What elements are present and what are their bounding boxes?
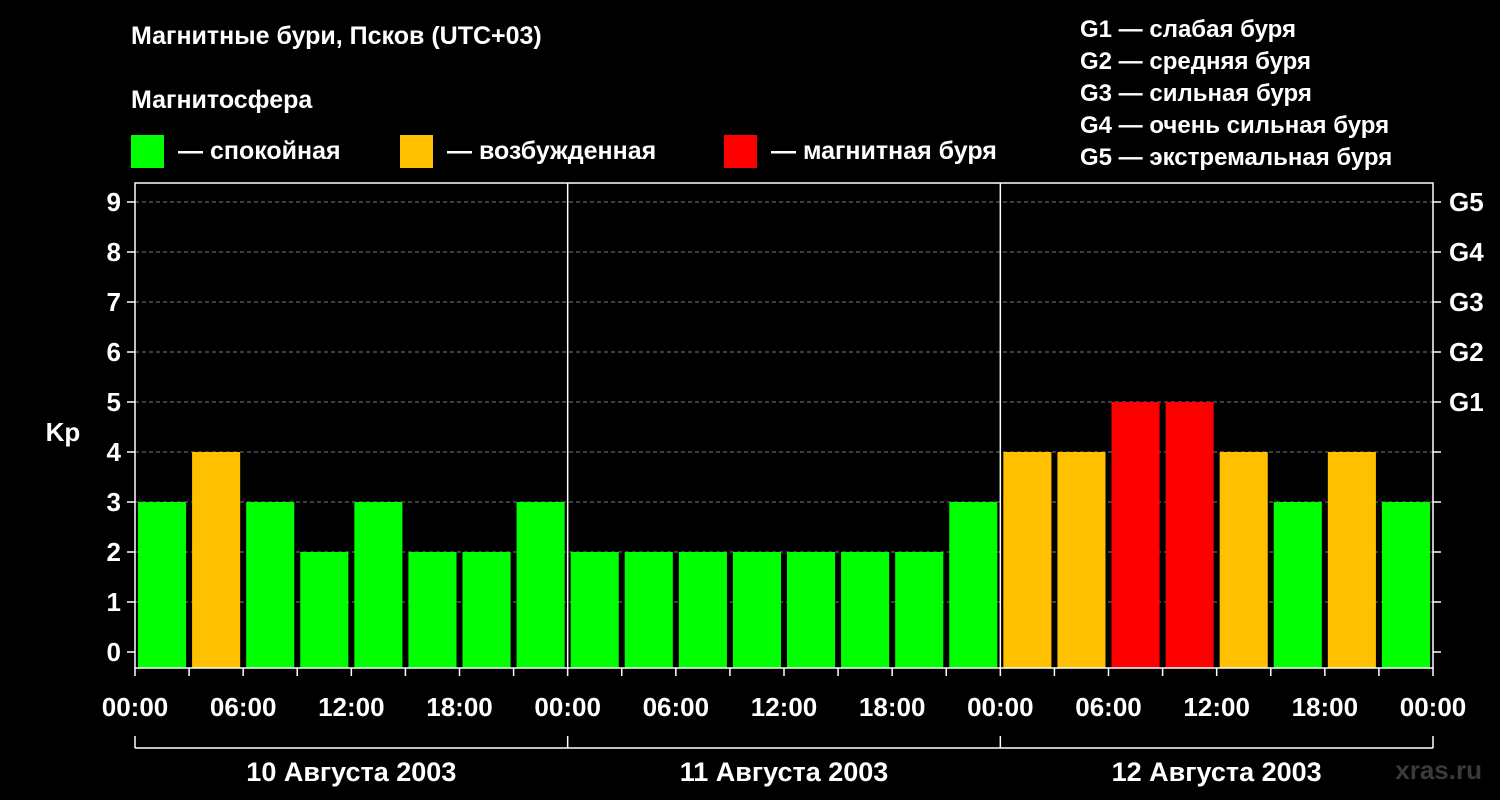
x-tick-label: 06:00 bbox=[1075, 692, 1142, 722]
x-tick-label: 18:00 bbox=[859, 692, 926, 722]
kp-bar bbox=[192, 452, 241, 668]
day-label: 11 Августа 2003 bbox=[680, 757, 889, 787]
y-tick-label: 0 bbox=[107, 637, 121, 667]
storm-level-tick-label: G5 bbox=[1449, 187, 1484, 217]
kp-bar bbox=[1003, 452, 1052, 668]
x-tick-label: 12:00 bbox=[1183, 692, 1250, 722]
x-tick-label: 00:00 bbox=[534, 692, 601, 722]
kp-bar bbox=[949, 502, 998, 668]
kp-bar bbox=[138, 502, 187, 668]
kp-bar bbox=[570, 552, 619, 668]
kp-bar bbox=[678, 552, 727, 668]
kp-bar bbox=[1273, 502, 1322, 668]
kp-bar bbox=[462, 552, 511, 668]
kp-bar bbox=[1165, 402, 1214, 668]
kp-bar bbox=[1327, 452, 1376, 668]
kp-bar bbox=[624, 552, 673, 668]
x-tick-label: 12:00 bbox=[751, 692, 818, 722]
kp-bar bbox=[246, 502, 295, 668]
kp-bar bbox=[895, 552, 944, 668]
kp-bar bbox=[1111, 402, 1160, 668]
y-tick-label: 2 bbox=[107, 537, 121, 567]
kp-bar bbox=[732, 552, 781, 668]
y-axis-label: Kp bbox=[46, 417, 81, 447]
kp-bar bbox=[516, 502, 565, 668]
y-tick-label: 3 bbox=[107, 487, 121, 517]
kp-bar bbox=[1219, 452, 1268, 668]
kp-bar bbox=[408, 552, 457, 668]
x-tick-label: 00:00 bbox=[1400, 692, 1467, 722]
x-tick-label: 06:00 bbox=[643, 692, 710, 722]
day-label: 10 Августа 2003 bbox=[246, 757, 456, 787]
storm-level-tick-label: G4 bbox=[1449, 237, 1484, 267]
y-tick-label: 7 bbox=[107, 287, 121, 317]
y-tick-label: 5 bbox=[107, 387, 121, 417]
day-label: 12 Августа 2003 bbox=[1112, 757, 1322, 787]
y-tick-label: 6 bbox=[107, 337, 121, 367]
y-tick-label: 8 bbox=[107, 237, 121, 267]
y-tick-label: 1 bbox=[107, 587, 121, 617]
x-tick-label: 00:00 bbox=[967, 692, 1034, 722]
kp-bar bbox=[354, 502, 403, 668]
x-tick-label: 00:00 bbox=[102, 692, 169, 722]
x-tick-label: 18:00 bbox=[426, 692, 493, 722]
y-tick-label: 9 bbox=[107, 187, 121, 217]
kp-bar bbox=[787, 552, 836, 668]
x-tick-label: 12:00 bbox=[318, 692, 385, 722]
kp-bar bbox=[300, 552, 349, 668]
kp-bar bbox=[1057, 452, 1106, 668]
x-tick-label: 06:00 bbox=[210, 692, 277, 722]
watermark: xras.ru bbox=[1395, 755, 1482, 785]
x-tick-label: 18:00 bbox=[1292, 692, 1359, 722]
kp-bar bbox=[841, 552, 890, 668]
kp-chart: 0 1 2 3 4 5 6 7 8 9 Kp G1 G2 G3 G4 G5 00:00 06:00 12:00 18:… bbox=[46, 182, 1484, 787]
kp-bar bbox=[1381, 502, 1430, 668]
storm-level-tick-label: G2 bbox=[1449, 337, 1484, 367]
storm-level-tick-label: G3 bbox=[1449, 287, 1484, 317]
storm-level-tick-label: G1 bbox=[1449, 387, 1484, 417]
y-tick-label: 4 bbox=[107, 437, 122, 467]
